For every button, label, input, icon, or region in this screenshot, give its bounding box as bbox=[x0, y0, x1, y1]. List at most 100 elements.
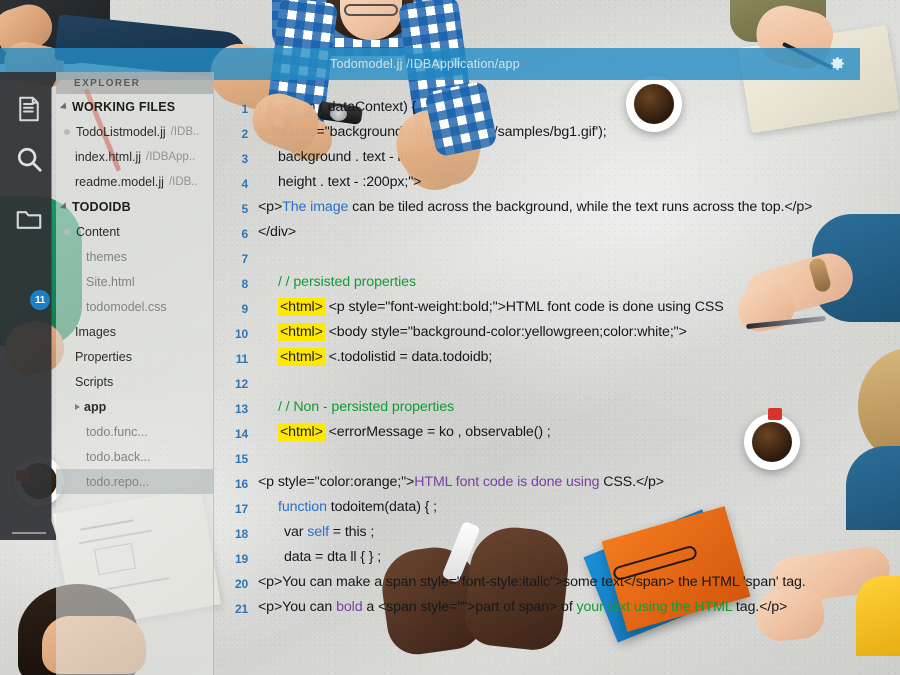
code-token: ( function ( dataContext) { bbox=[258, 99, 417, 115]
code-pane[interactable]: 1 ( function ( dataContext) { 2 <div style=… bbox=[214, 96, 900, 675]
bullet-icon bbox=[64, 228, 70, 235]
document-icon[interactable] bbox=[14, 94, 44, 124]
code-line[interactable]: 1 ( function ( dataContext) { bbox=[214, 96, 900, 121]
sidebar-item-app[interactable]: app bbox=[56, 394, 213, 419]
sidebar-item-label: index.html.jj bbox=[75, 149, 141, 164]
line-number: 11 bbox=[235, 352, 248, 366]
code-line-content: <div style="background-image:url('/pix/s… bbox=[258, 124, 898, 140]
code-token: self bbox=[307, 524, 329, 540]
explorer-sidebar[interactable]: EXPLORER WORKING FILES TodoListmodel.jj/I… bbox=[56, 72, 214, 675]
code-line[interactable]: 6 </div> bbox=[214, 221, 900, 246]
line-number: 19 bbox=[235, 552, 248, 566]
sidebar-item-images[interactable]: Images bbox=[56, 319, 213, 344]
code-line[interactable]: 12 bbox=[214, 371, 900, 396]
titlebar-text: Todomodel.jj /IDBApplication/app bbox=[330, 57, 520, 71]
folder-icon[interactable] bbox=[14, 204, 44, 234]
line-number: 17 bbox=[235, 502, 248, 516]
line-number: 6 bbox=[241, 227, 249, 241]
html-tag-highlight: <html> bbox=[278, 423, 325, 441]
sidebar-item-properties[interactable]: Properties bbox=[56, 344, 213, 369]
code-line-content: <p style="color:orange;">HTML font code … bbox=[258, 474, 898, 490]
code-line-content: <html> <.todolistid = data.todoidb; bbox=[258, 348, 898, 366]
code-token: background . text - item ; bbox=[278, 149, 432, 165]
sidebar-section-working-files[interactable]: WORKING FILES bbox=[56, 94, 213, 119]
code-line[interactable]: 10 <html> <body style="background-color:y… bbox=[214, 321, 900, 346]
code-line-content: background . text - item ; bbox=[258, 149, 898, 165]
code-token: <errorMessage = ko , observable() ; bbox=[324, 424, 551, 440]
sidebar-item-scripts[interactable]: Scripts bbox=[56, 369, 213, 394]
code-token: / / Non - persisted properties bbox=[278, 399, 454, 415]
sidebar-item-todo-func[interactable]: todo.func... bbox=[56, 419, 213, 444]
code-line[interactable]: 19 data = dta ll { } ; bbox=[214, 546, 900, 571]
sidebar-item-todolistmodel-jj[interactable]: TodoListmodel.jj/IDB.. bbox=[56, 119, 213, 144]
sidebar-item-todomodel-css[interactable]: todomodel.css bbox=[56, 294, 213, 319]
code-token: The image bbox=[282, 199, 349, 215]
code-line[interactable]: 13 / / Non - persisted properties bbox=[214, 396, 900, 421]
code-line[interactable]: 9 <html> <p style="font-weight:bold;">HTM… bbox=[214, 296, 900, 321]
code-token: bold bbox=[336, 599, 363, 615]
explorer-tree[interactable]: WORKING FILES TodoListmodel.jj/IDB.. index… bbox=[56, 94, 213, 494]
html-tag-highlight: <html> bbox=[278, 323, 325, 341]
html-tag-highlight: <html> bbox=[278, 298, 325, 316]
sidebar-item-label: todo.repo... bbox=[86, 474, 150, 489]
code-line[interactable]: 5 <p>The image can be tiled across the ba… bbox=[214, 196, 900, 221]
sidebar-item-content[interactable]: Content bbox=[56, 219, 213, 244]
line-number: 10 bbox=[235, 327, 248, 341]
line-number: 21 bbox=[235, 602, 248, 616]
code-line[interactable]: 8 / / persisted properties bbox=[214, 271, 900, 296]
rail-bottom-divider bbox=[12, 532, 46, 534]
code-line[interactable]: 15 bbox=[214, 446, 900, 471]
sidebar-item-site-html[interactable]: Site.html bbox=[56, 269, 213, 294]
code-line-content: <html> <errorMessage = ko , observable()… bbox=[258, 423, 898, 441]
titlebar[interactable]: Todomodel.jj /IDBApplication/app bbox=[214, 48, 860, 80]
code-token: = this ; bbox=[328, 524, 375, 540]
sidebar-item-todo-repo[interactable]: todo.repo... bbox=[56, 469, 213, 494]
code-token: HTML font code is done using bbox=[414, 474, 600, 490]
line-number: 15 bbox=[235, 452, 248, 466]
line-number: 3 bbox=[241, 152, 249, 166]
code-line-content: <html> <body style="background-color:yel… bbox=[258, 323, 898, 341]
code-line-content: <p>You can make a span style="font-style… bbox=[258, 574, 898, 590]
code-line[interactable]: 11 <html> <.todolistid = data.todoidb; bbox=[214, 346, 900, 371]
code-line[interactable]: 21 <p>You can bold a <span style="">part … bbox=[214, 596, 900, 621]
code-line-content: / / persisted properties bbox=[258, 274, 898, 290]
gear-icon[interactable] bbox=[829, 55, 846, 72]
line-number: 7 bbox=[241, 252, 249, 266]
code-line[interactable]: 17 function todoitem(data) { ; bbox=[214, 496, 900, 521]
sidebar-item-label: Site.html bbox=[86, 274, 135, 289]
sidebar-item-index-html-jj[interactable]: index.html.jj/IDBApp.. bbox=[56, 144, 213, 169]
code-line[interactable]: 16 <p style="color:orange;">HTML font cod… bbox=[214, 471, 900, 496]
code-token: <p> bbox=[258, 199, 283, 215]
code-line-content: data = dta ll { } ; bbox=[258, 549, 898, 565]
search-icon[interactable] bbox=[14, 144, 44, 174]
code-line-content: <p>The image can be tiled across the bac… bbox=[258, 199, 898, 215]
sidebar-item-label: todo.func... bbox=[86, 424, 148, 439]
sidebar-item-label: themes bbox=[86, 249, 127, 264]
code-line[interactable]: 4 height . text - :200px;"> bbox=[214, 171, 900, 196]
code-token: a <span style="">part of span> of bbox=[362, 599, 577, 615]
code-line[interactable]: 7 bbox=[214, 246, 900, 271]
sidebar-item-path: /IDB.. bbox=[168, 175, 198, 188]
sidebar-item-themes[interactable]: themes bbox=[56, 244, 213, 269]
sidebar-item-label: Images bbox=[75, 324, 116, 339]
activity-rail[interactable]: 11 bbox=[0, 72, 56, 540]
code-token: <p style="color:orange;"> bbox=[258, 474, 415, 490]
sidebar-item-todo-back[interactable]: todo.back... bbox=[56, 444, 213, 469]
sidebar-item-readme-model-jj[interactable]: readme.model.jj/IDB.. bbox=[56, 169, 213, 194]
line-number: 1 bbox=[241, 102, 249, 116]
line-number: 18 bbox=[235, 527, 248, 541]
code-line[interactable]: 20 <p>You can make a span style="font-sty… bbox=[214, 571, 900, 596]
code-line[interactable]: 14 <html> <errorMessage = ko , observable… bbox=[214, 421, 900, 446]
line-number: 9 bbox=[241, 302, 249, 316]
code-line[interactable]: 3 background . text - item ; bbox=[214, 146, 900, 171]
line-number: 12 bbox=[235, 377, 248, 391]
sidebar-section-label: TODOIDB bbox=[72, 199, 131, 214]
code-line[interactable]: 18 var self = this ; bbox=[214, 521, 900, 546]
code-line[interactable]: 2 <div style="background-image:url('/pix/… bbox=[214, 121, 900, 146]
code-token: <p>You can bbox=[258, 599, 337, 615]
sidebar-section-label: WORKING FILES bbox=[72, 99, 176, 114]
sidebar-item-label: TodoListmodel.jj bbox=[76, 124, 166, 139]
sidebar-item-label: todomodel.css bbox=[86, 299, 167, 314]
line-number: 8 bbox=[241, 277, 249, 291]
sidebar-section-todoidb[interactable]: TODOIDB bbox=[56, 194, 213, 219]
